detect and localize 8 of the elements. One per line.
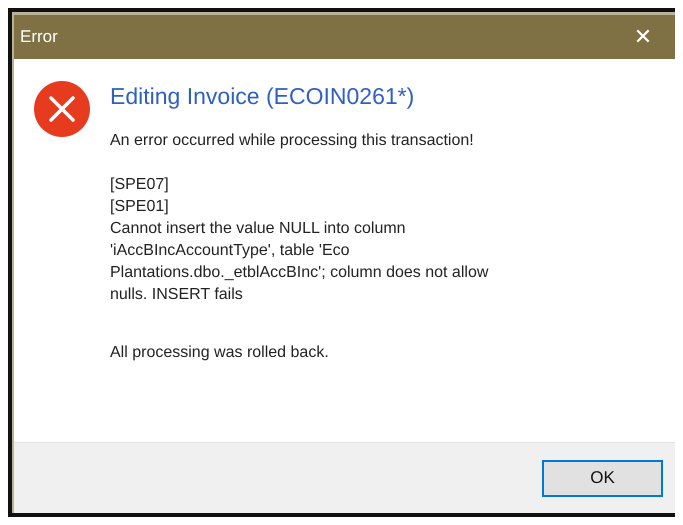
error-icon [34,81,90,137]
error-summary: An error occurred while processing this transaction! [110,131,475,151]
rollback-message: All processing was rolled back. [110,343,330,363]
ok-button[interactable]: OK [542,460,663,496]
close-button[interactable]: ✕ [619,24,667,50]
dialog-heading: Editing Invoice (ECOIN0261*) [110,83,416,110]
error-detail: [SPE07] [SPE01] Cannot insert the value NULL into column 'iAccBIncAccountType', table 'Eco Plantations.dbo._etblAccBInc'; column does not allow nulls. INSERT fails [110,175,488,305]
window-title: Error [20,27,58,47]
